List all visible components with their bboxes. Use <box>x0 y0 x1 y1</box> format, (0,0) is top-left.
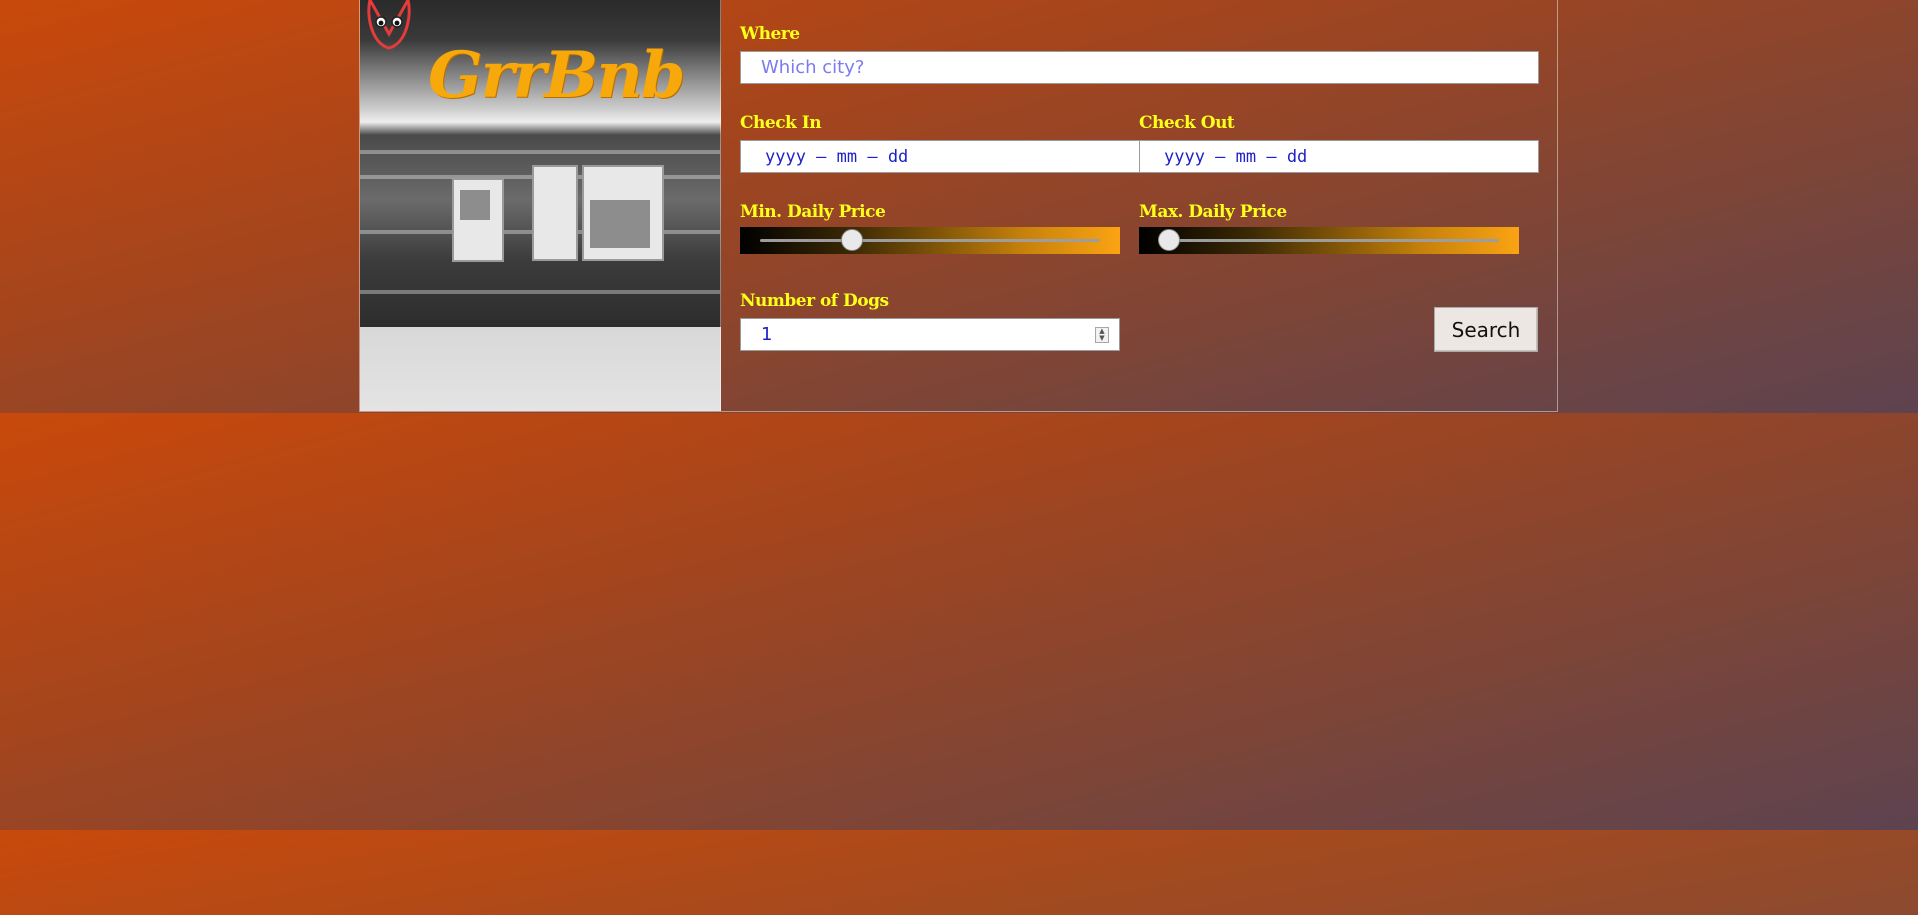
where-label: Where <box>740 24 800 44</box>
max-price-slider[interactable] <box>1139 227 1519 254</box>
check-out-label: Check Out <box>1139 113 1235 133</box>
min-price-track <box>760 239 1100 242</box>
check-in-label: Check In <box>740 113 822 133</box>
dogs-stepper-icon[interactable]: ▲ ▼ <box>1095 327 1109 343</box>
brand-name: GrrBnb <box>428 38 685 113</box>
min-price-thumb[interactable] <box>840 229 863 251</box>
check-out-input[interactable]: yyyy – mm – dd <box>1139 140 1539 173</box>
max-price-track <box>1159 239 1499 242</box>
dog-face-logo-icon <box>367 0 411 50</box>
min-price-slider[interactable] <box>740 227 1120 254</box>
max-price-label: Max. Daily Price <box>1139 202 1287 222</box>
max-price-thumb[interactable] <box>1158 229 1181 251</box>
check-out-placeholder: yyyy – mm – dd <box>1164 146 1308 167</box>
min-price-label: Min. Daily Price <box>740 202 886 222</box>
check-in-input[interactable]: yyyy – mm – dd <box>740 140 1140 173</box>
search-button[interactable]: Search <box>1434 307 1538 352</box>
page-background-bottom <box>0 830 1918 915</box>
dogs-number-input[interactable]: 1 ▲ ▼ <box>740 318 1120 351</box>
hero-image: GrrBnb <box>360 0 721 411</box>
search-card: GrrBnb Where Which city? Check In yyyy –… <box>359 0 1558 412</box>
page-background-middle <box>0 413 1918 830</box>
check-in-placeholder: yyyy – mm – dd <box>765 146 909 167</box>
where-placeholder: Which city? <box>761 57 865 78</box>
dogs-label: Number of Dogs <box>740 291 889 311</box>
where-input[interactable]: Which city? <box>740 51 1539 84</box>
dogs-value: 1 <box>761 324 773 345</box>
